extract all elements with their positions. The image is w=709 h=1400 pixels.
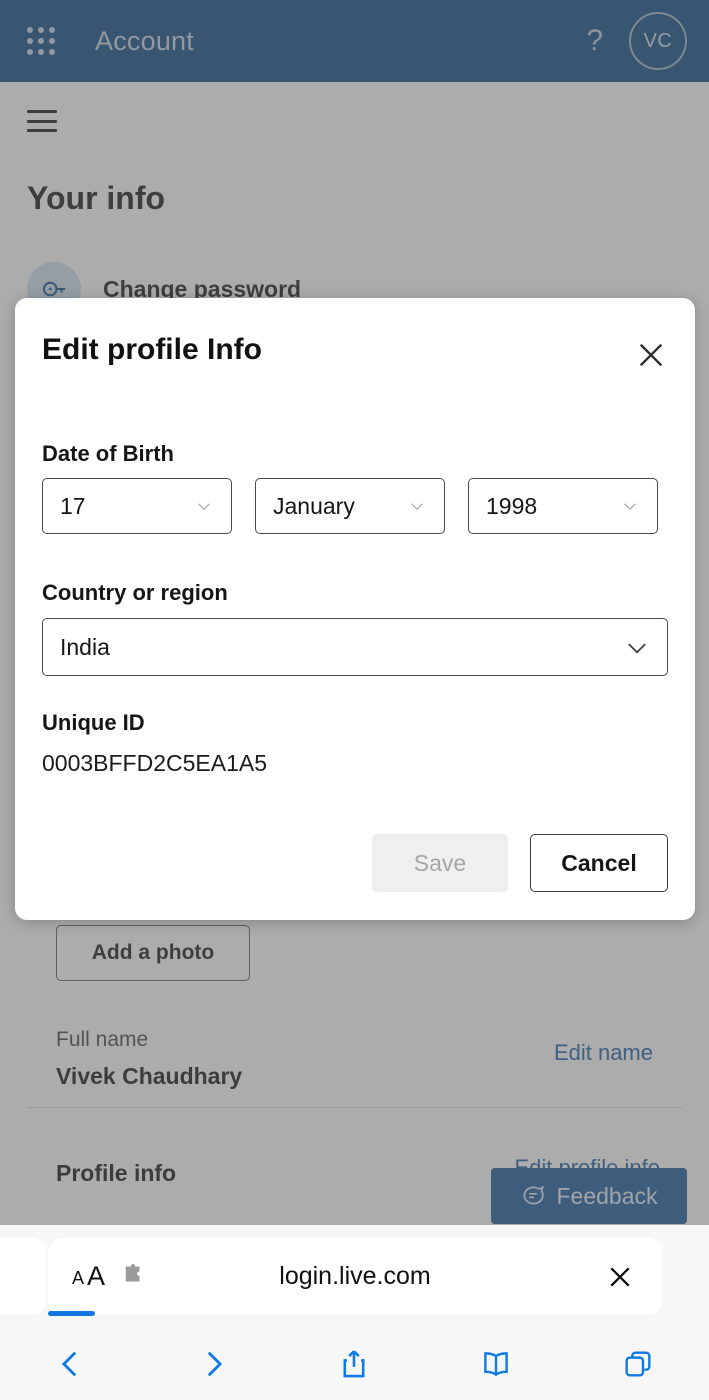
dialog-title: Edit profile Info (42, 333, 262, 366)
close-button[interactable] (632, 336, 670, 374)
country-value: India (60, 633, 110, 660)
dob-day-value: 17 (60, 492, 86, 519)
chevron-down-icon (410, 503, 424, 511)
browser-toolbar (0, 1328, 709, 1400)
copy-pages-icon (625, 1351, 651, 1377)
country-field-group: India (42, 618, 668, 676)
chevron-down-icon (197, 503, 211, 511)
dob-month-select[interactable]: January (255, 478, 445, 534)
dialog-actions: Save Cancel (372, 834, 668, 892)
address-bar[interactable]: A A login.live.com (48, 1238, 662, 1315)
tab-inactive[interactable] (0, 1238, 46, 1315)
browser-chrome: A A login.live.com (0, 1225, 709, 1400)
close-x-icon (610, 1267, 630, 1286)
screen-root: Account ? VC Your info Change password A… (0, 0, 709, 1400)
stop-loading-button[interactable] (604, 1261, 636, 1293)
close-x-icon (639, 343, 663, 367)
unique-id-label: Unique ID (42, 710, 145, 735)
cancel-button[interactable]: Cancel (530, 834, 668, 892)
dob-label: Date of Birth (42, 441, 174, 466)
url-text: login.live.com (279, 1262, 431, 1290)
country-select[interactable]: India (42, 618, 668, 676)
chevron-down-icon (623, 503, 637, 511)
share-up-arrow-icon (344, 1350, 365, 1378)
open-book-icon (484, 1352, 509, 1377)
unique-id-value: 0003BFFD2C5EA1A5 (42, 750, 268, 776)
tabs-button[interactable] (567, 1347, 709, 1381)
dob-year-value: 1998 (486, 492, 538, 519)
dob-year-select[interactable]: 1998 (468, 478, 658, 534)
chevron-down-icon (628, 643, 646, 654)
save-button[interactable]: Save (372, 834, 508, 892)
dob-field-group: 17 January 1998 (42, 478, 658, 534)
dob-month-value: January (273, 492, 355, 519)
bookmarks-button[interactable] (425, 1347, 567, 1381)
chevron-left-icon (61, 1351, 77, 1377)
country-label: Country or region (42, 580, 228, 605)
page-load-progress (48, 1311, 95, 1316)
forward-button[interactable] (142, 1347, 284, 1381)
share-button[interactable] (284, 1347, 426, 1381)
chevron-right-icon (207, 1351, 222, 1377)
tab-strip: A A login.live.com (0, 1225, 709, 1328)
dob-day-select[interactable]: 17 (42, 478, 232, 534)
back-button[interactable] (0, 1347, 142, 1381)
edit-profile-dialog: Edit profile Info Date of Birth 17 Janua… (15, 298, 695, 920)
